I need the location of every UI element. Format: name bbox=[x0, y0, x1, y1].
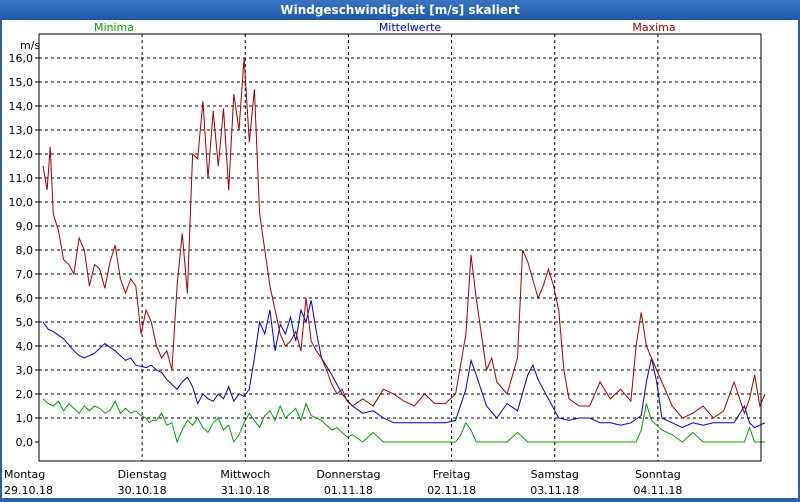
x-tick-day: Donnerstag bbox=[316, 468, 380, 481]
y-tick-label: 4,0 bbox=[16, 340, 34, 353]
x-tick-day: Dienstag bbox=[118, 468, 167, 481]
chart-panel: 0,0 1,0 2,0 3,0 4,0 5,0 6,0 7,0 8,0 9,0 10,0 11,0 12… bbox=[2, 20, 798, 498]
y-tick-label: 12,0 bbox=[9, 148, 34, 161]
y-tick-label: 15,0 bbox=[9, 76, 34, 89]
legend-minima: Minima bbox=[94, 21, 134, 34]
window-title: Windgeschwindigkeit [m/s] skaliert bbox=[0, 0, 800, 20]
y-tick-label: 2,0 bbox=[16, 388, 34, 401]
x-tick-date: 02.11.18 bbox=[427, 484, 476, 497]
y-tick-label: 13,0 bbox=[9, 124, 34, 137]
wind-speed-chart: 0,0 1,0 2,0 3,0 4,0 5,0 6,0 7,0 8,0 9,0 10,0 11,0 12… bbox=[4, 21, 766, 497]
x-tick-day: Mittwoch bbox=[220, 468, 270, 481]
x-tick-date: 30.10.18 bbox=[118, 484, 167, 497]
x-tick-date: 31.10.18 bbox=[221, 484, 270, 497]
y-axis: 0,0 1,0 2,0 3,0 4,0 5,0 6,0 7,0 8,0 9,0 10,0 11,0 12… bbox=[9, 52, 39, 449]
series-line-minima bbox=[42, 398, 765, 444]
x-tick-date: 04.11.18 bbox=[633, 484, 682, 497]
series-line-mittelwerte bbox=[42, 300, 766, 429]
y-tick-label: 14,0 bbox=[9, 100, 34, 113]
x-tick-date: 29.10.18 bbox=[4, 484, 53, 497]
x-tick-day: Samstag bbox=[531, 468, 579, 481]
grid bbox=[39, 34, 761, 461]
x-tick-day: Freitag bbox=[433, 468, 471, 481]
x-tick-day: Sonntag bbox=[635, 468, 681, 481]
y-tick-label: 0,0 bbox=[16, 436, 34, 449]
y-tick-label: 3,0 bbox=[16, 364, 34, 377]
y-tick-label: 10,0 bbox=[9, 196, 34, 209]
x-tick-date: 01.11.18 bbox=[324, 484, 373, 497]
series-line-maxima bbox=[42, 57, 766, 419]
x-tick-date: 03.11.18 bbox=[530, 484, 579, 497]
legend: Minima Mittelwerte Maxima bbox=[94, 21, 676, 34]
y-tick-label: 7,0 bbox=[16, 268, 34, 281]
y-tick-label: 6,0 bbox=[16, 292, 34, 305]
x-tick-day: Montag bbox=[4, 468, 45, 481]
legend-mittelwerte: Mittelwerte bbox=[379, 21, 442, 34]
x-axis: Montag 29.10.18 Dienstag 30.10.18 Mittwoch 31… bbox=[4, 468, 682, 497]
series-lines bbox=[42, 57, 766, 444]
y-tick-label: 16,0 bbox=[9, 52, 34, 65]
y-tick-label: 9,0 bbox=[16, 220, 34, 233]
plot-frame bbox=[38, 33, 762, 462]
y-tick-label: 5,0 bbox=[16, 316, 34, 329]
y-tick-label: 8,0 bbox=[16, 244, 34, 257]
y-tick-label: 11,0 bbox=[9, 172, 34, 185]
y-tick-label: 1,0 bbox=[16, 412, 34, 425]
legend-maxima: Maxima bbox=[632, 21, 675, 34]
chart-window: Windgeschwindigkeit [m/s] skaliert 0,0 1,… bbox=[0, 0, 800, 500]
y-axis-unit: m/s bbox=[20, 39, 40, 52]
